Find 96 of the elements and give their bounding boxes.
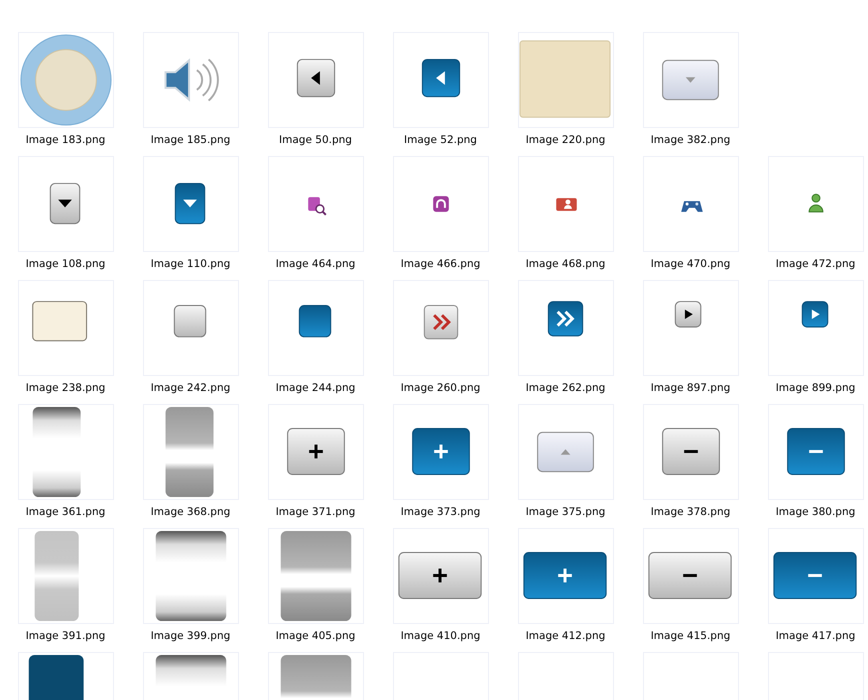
thumbnail-frame[interactable] bbox=[268, 280, 364, 376]
thumbnail-frame[interactable] bbox=[142, 156, 238, 252]
file-name: Image 399.png bbox=[150, 629, 230, 643]
file-name: Image 110.png bbox=[150, 257, 230, 271]
thumbnail-frame[interactable] bbox=[768, 280, 864, 376]
down-arrow-button-icon bbox=[49, 182, 80, 224]
thumbnail-frame[interactable] bbox=[518, 528, 614, 624]
thumbnail-frame[interactable] bbox=[518, 32, 614, 128]
thumbnail-frame[interactable] bbox=[518, 404, 614, 500]
file-name: Image 380.png bbox=[776, 505, 856, 519]
pill-shape bbox=[280, 654, 351, 700]
file-name: Image 899.png bbox=[776, 381, 856, 395]
thumbnail-frame[interactable] bbox=[518, 156, 614, 252]
thumbnail-frame[interactable] bbox=[142, 528, 238, 624]
minus-button-icon bbox=[662, 428, 720, 475]
plus-button-icon bbox=[398, 552, 482, 599]
fast-forward-button-icon bbox=[547, 301, 583, 336]
thumbnail-frame[interactable] bbox=[768, 156, 864, 252]
file-name: Image 50.png bbox=[279, 133, 352, 147]
square-button-icon bbox=[298, 305, 331, 338]
file-name: Image 260.png bbox=[400, 381, 480, 395]
down-arrow-button-icon bbox=[174, 182, 205, 224]
thumbnail-frame[interactable] bbox=[392, 528, 488, 624]
minus-button-icon bbox=[772, 552, 856, 599]
thumbnail-frame[interactable] bbox=[642, 404, 738, 500]
thumbnail-frame[interactable] bbox=[18, 404, 114, 500]
thumbnail-frame[interactable] bbox=[142, 280, 238, 376]
thumbnail-frame[interactable] bbox=[142, 32, 238, 128]
file-name: Image 185.png bbox=[150, 133, 230, 147]
speaker-icon bbox=[164, 58, 218, 102]
thumbnail-frame[interactable] bbox=[768, 404, 864, 500]
file-name: Image 183.png bbox=[26, 133, 106, 147]
headset-icon bbox=[432, 196, 448, 212]
file-name: Image 382.png bbox=[650, 133, 730, 147]
thumbnail-frame[interactable] bbox=[18, 280, 114, 376]
gamepad-icon bbox=[680, 201, 702, 212]
file-name: Image 373.png bbox=[400, 505, 480, 519]
file-name: Image 410.png bbox=[400, 629, 480, 643]
plus-button-icon bbox=[286, 428, 344, 475]
file-name: Image 405.png bbox=[276, 629, 356, 643]
thumbnail-frame[interactable] bbox=[18, 528, 114, 624]
thumbnail-frame[interactable] bbox=[392, 404, 488, 500]
thumbnail-frame[interactable] bbox=[642, 280, 738, 376]
file-name: Image 417.png bbox=[776, 629, 856, 643]
thumbnail-frame[interactable] bbox=[268, 156, 364, 252]
file-name: Image 220.png bbox=[526, 133, 606, 147]
up-arrow-button-icon bbox=[536, 432, 594, 472]
thumbnail-frame[interactable] bbox=[18, 156, 114, 252]
file-name: Image 468.png bbox=[526, 257, 606, 271]
file-name: Image 242.png bbox=[150, 381, 230, 395]
thumbnail-frame[interactable] bbox=[268, 32, 364, 128]
square-button-icon bbox=[173, 305, 206, 338]
thumbnail-frame[interactable] bbox=[768, 528, 864, 624]
file-name: Image 262.png bbox=[526, 381, 606, 395]
minus-button-icon bbox=[648, 552, 732, 599]
play-button-icon bbox=[801, 301, 828, 328]
file-name: Image 466.png bbox=[400, 257, 480, 271]
file-name: Image 371.png bbox=[276, 505, 356, 519]
file-name: Image 368.png bbox=[150, 505, 230, 519]
user-icon bbox=[808, 194, 823, 212]
file-name: Image 375.png bbox=[526, 505, 606, 519]
thumbnail-frame[interactable] bbox=[392, 156, 488, 252]
file-name: Image 897.png bbox=[650, 381, 730, 395]
file-name: Image 391.png bbox=[26, 629, 106, 643]
thumbnail-frame[interactable] bbox=[268, 528, 364, 624]
plus-button-icon bbox=[522, 552, 606, 599]
thumbnail-frame[interactable] bbox=[268, 404, 364, 500]
file-name: Image 378.png bbox=[650, 505, 730, 519]
left-arrow-button-icon bbox=[421, 58, 460, 98]
thumbnail-frame[interactable] bbox=[642, 156, 738, 252]
rounded-panel-shape bbox=[28, 654, 84, 700]
plus-button-icon bbox=[412, 428, 470, 475]
thumbnail-frame[interactable] bbox=[518, 280, 614, 376]
file-name: Image 415.png bbox=[650, 629, 730, 643]
file-name: Image 238.png bbox=[26, 381, 106, 395]
file-name: Image 472.png bbox=[776, 257, 856, 271]
fast-forward-button-icon bbox=[423, 305, 458, 340]
file-name: Image 464.png bbox=[276, 257, 356, 271]
file-name: Image 470.png bbox=[650, 257, 730, 271]
file-name: Image 108.png bbox=[26, 257, 106, 271]
thumbnail-frame[interactable] bbox=[642, 32, 738, 128]
file-name: Image 412.png bbox=[526, 629, 606, 643]
down-arrow-button-icon bbox=[662, 60, 718, 100]
thumbnail-frame[interactable] bbox=[642, 528, 738, 624]
cream-rectangle-shape bbox=[32, 301, 87, 342]
search-document-icon bbox=[308, 197, 326, 216]
minus-button-icon bbox=[786, 428, 844, 475]
file-name: Image 244.png bbox=[276, 381, 356, 395]
left-arrow-button-icon bbox=[296, 58, 335, 98]
play-button-icon bbox=[674, 301, 701, 328]
file-name: Image 361.png bbox=[26, 505, 106, 519]
file-name: Image 52.png bbox=[404, 133, 477, 147]
thumbnail-frame[interactable] bbox=[392, 280, 488, 376]
thumbnail-frame[interactable] bbox=[392, 32, 488, 128]
thumbnail-frame[interactable] bbox=[142, 404, 238, 500]
contact-card-icon bbox=[556, 198, 576, 211]
